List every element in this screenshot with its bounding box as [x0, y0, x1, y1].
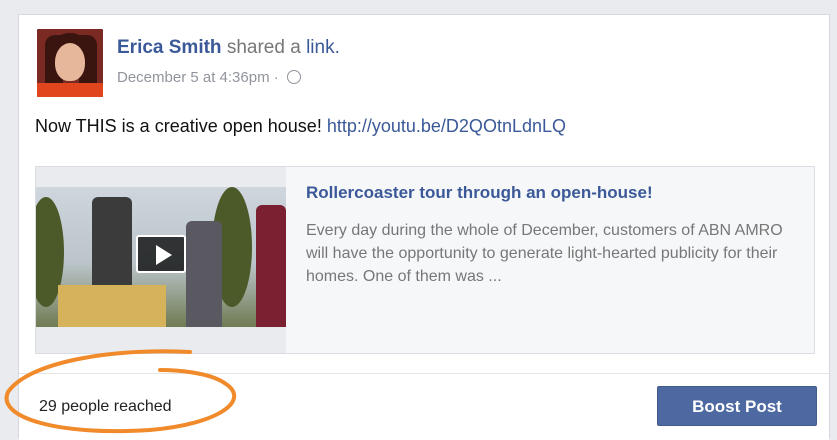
thumbnail-image [36, 187, 286, 327]
post-message: Now THIS is a creative open house! [35, 116, 322, 136]
link-title[interactable]: Rollercoaster tour through an open-house… [306, 183, 653, 203]
boost-post-button[interactable]: Boost Post [657, 386, 817, 426]
post-timestamp[interactable]: December 5 at 4:36pm [117, 69, 270, 86]
reach-count[interactable]: 29 people reached [39, 398, 172, 416]
globe-icon[interactable] [286, 70, 301, 84]
author-name[interactable]: Erica Smith [117, 37, 222, 58]
post-text: Now THIS is a creative open house! http:… [35, 116, 566, 137]
link-preview[interactable]: Rollercoaster tour through an open-house… [35, 166, 815, 354]
post-meta: December 5 at 4:36pm · [117, 69, 301, 86]
post-footer: 29 people reached Boost Post [19, 373, 829, 440]
action-link[interactable]: link [306, 37, 335, 58]
action-prefix: shared a [226, 37, 301, 58]
action-suffix: . [334, 37, 340, 58]
post-url[interactable]: http://youtu.be/D2QOtnLdnLQ [327, 116, 566, 136]
video-thumbnail[interactable] [36, 167, 286, 353]
post-header: Erica Smith shared a link. [117, 37, 340, 59]
author-avatar[interactable] [37, 29, 103, 97]
play-icon[interactable] [136, 235, 186, 273]
meta-separator: · [273, 69, 279, 86]
post-card: Erica Smith shared a link. December 5 at… [18, 14, 830, 440]
link-description: Every day during the whole of December, … [306, 222, 783, 285]
